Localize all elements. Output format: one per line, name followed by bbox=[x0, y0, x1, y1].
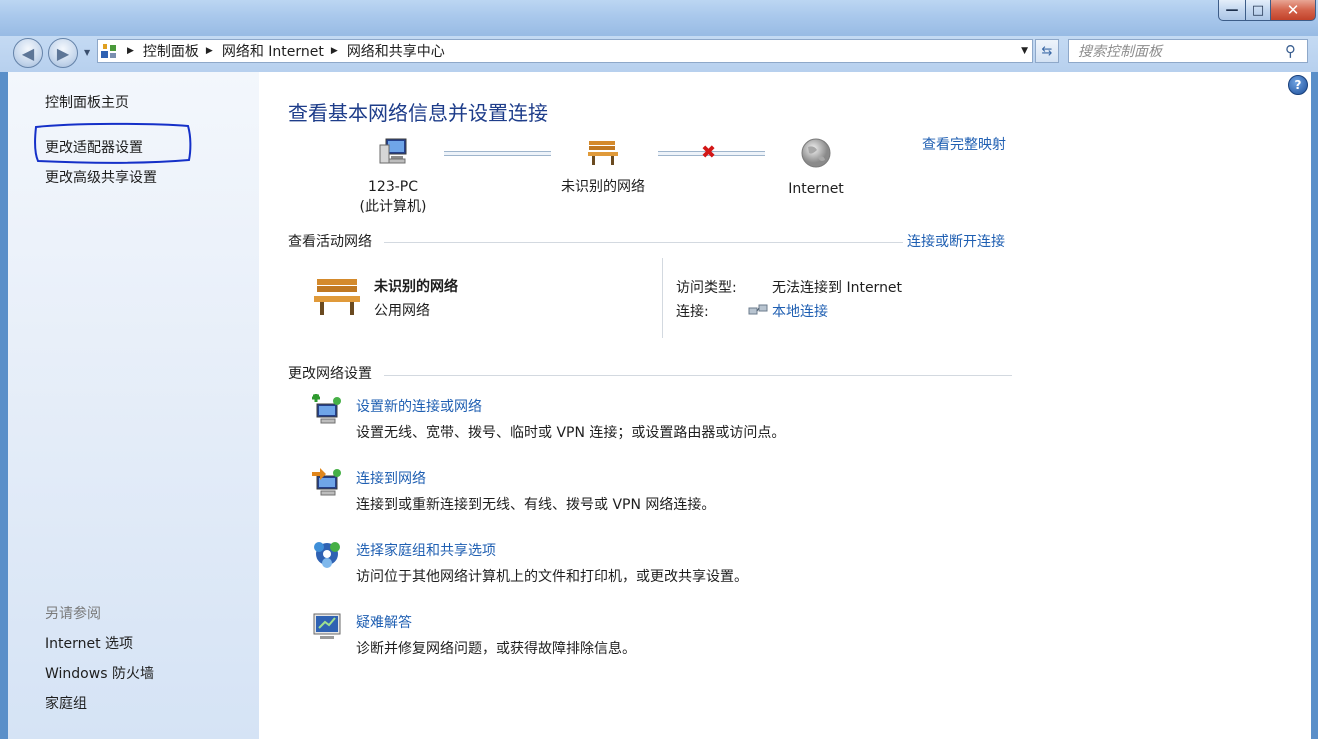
map-node-network[interactable]: 未识别的网络 bbox=[553, 137, 653, 197]
connect-network-icon bbox=[312, 468, 341, 496]
local-connection-link[interactable]: 本地连接 bbox=[772, 301, 828, 321]
disconnected-x-icon: ✖ bbox=[701, 142, 717, 163]
task-homegroup-link[interactable]: 选择家庭组和共享选项 bbox=[356, 540, 496, 560]
map-node-network-name: 未识别的网络 bbox=[561, 179, 645, 195]
see-also-windows-firewall[interactable]: Windows 防火墙 bbox=[45, 663, 154, 683]
caption-buttons: — □ ✕ bbox=[1218, 0, 1316, 22]
recent-pages-dropdown[interactable]: ▼ bbox=[84, 48, 90, 57]
globe-icon bbox=[801, 138, 831, 168]
section-divider bbox=[384, 242, 903, 243]
vertical-divider bbox=[662, 258, 663, 338]
forward-button[interactable]: ▶ bbox=[48, 38, 78, 68]
breadcrumb-separator-icon[interactable]: ▶ bbox=[331, 46, 338, 56]
access-type-value: 无法连接到 Internet bbox=[772, 280, 903, 296]
view-full-map-link[interactable]: 查看完整映射 bbox=[922, 134, 1006, 154]
refresh-icon: ⇆ bbox=[1041, 43, 1053, 59]
troubleshoot-icon bbox=[313, 613, 341, 639]
breadcrumb-network-internet[interactable]: 网络和 Internet bbox=[222, 41, 324, 61]
breadcrumb-separator-icon[interactable]: ▶ bbox=[127, 46, 134, 56]
task-troubleshoot-desc: 诊断并修复网络问题，或获得故障排除信息。 bbox=[356, 641, 636, 657]
see-also-internet-options[interactable]: Internet 选项 bbox=[45, 633, 133, 653]
section-divider bbox=[384, 375, 1012, 376]
active-network-name: 未识别的网络 bbox=[374, 279, 458, 295]
sidebar-link-control-panel-home[interactable]: 控制面板主页 bbox=[45, 92, 129, 112]
see-also-homegroup[interactable]: 家庭组 bbox=[45, 693, 87, 713]
see-also-heading: 另请参阅 bbox=[45, 606, 101, 622]
network-cable-icon bbox=[748, 304, 768, 315]
connect-disconnect-link[interactable]: 连接或断开连接 bbox=[907, 231, 1005, 251]
navigation-bar: ◀ ▶ ▼ ▶ 控制面板 ▶ 网络和 Internet ▶ 网络和共享中心 ▼ … bbox=[0, 36, 1318, 72]
homegroup-icon bbox=[314, 542, 340, 568]
maximize-button[interactable]: □ bbox=[1246, 0, 1271, 21]
task-connect-network-desc: 连接到或重新连接到无线、有线、拨号或 VPN 网络连接。 bbox=[356, 497, 716, 513]
task-troubleshoot-link[interactable]: 疑难解答 bbox=[356, 612, 412, 632]
bench-network-icon bbox=[588, 141, 618, 165]
access-type-label: 访问类型: bbox=[676, 280, 737, 296]
active-network-type[interactable]: 公用网络 bbox=[374, 300, 430, 320]
forward-arrow-icon: ▶ bbox=[56, 43, 70, 63]
map-node-internet[interactable]: Internet bbox=[776, 137, 856, 199]
search-box[interactable]: 搜索控制面板 ⚲ bbox=[1068, 39, 1308, 63]
search-icon[interactable]: ⚲ bbox=[1285, 42, 1307, 60]
task-homegroup-desc: 访问位于其他网络计算机上的文件和打印机，或更改共享设置。 bbox=[356, 569, 748, 585]
map-link-line bbox=[444, 151, 551, 156]
page-title: 查看基本网络信息并设置连接 bbox=[288, 101, 548, 125]
active-networks-heading: 查看活动网络 bbox=[288, 234, 372, 250]
task-new-connection-desc: 设置无线、宽带、拨号、临时或 VPN 连接；或设置路由器或访问点。 bbox=[356, 425, 786, 441]
computer-icon bbox=[379, 138, 407, 164]
map-node-internet-name: Internet bbox=[788, 181, 844, 197]
map-node-computer[interactable]: 123-PC (此计算机) bbox=[353, 137, 433, 217]
help-icon[interactable]: ? bbox=[1288, 75, 1308, 95]
change-settings-heading: 更改网络设置 bbox=[288, 366, 372, 382]
breadcrumb-separator-icon[interactable]: ▶ bbox=[206, 46, 213, 56]
minimize-button[interactable]: — bbox=[1218, 0, 1246, 21]
sidebar-link-advanced-sharing[interactable]: 更改高级共享设置 bbox=[45, 167, 157, 187]
breadcrumb-network-sharing-center[interactable]: 网络和共享中心 bbox=[347, 41, 445, 61]
window-right-edge bbox=[1311, 72, 1318, 739]
sidebar-link-change-adapter-settings[interactable]: 更改适配器设置 bbox=[45, 137, 143, 157]
control-panel-icon bbox=[98, 40, 120, 62]
address-bar[interactable]: ▶ 控制面板 ▶ 网络和 Internet ▶ 网络和共享中心 ▼ bbox=[97, 39, 1033, 63]
breadcrumb-control-panel[interactable]: 控制面板 bbox=[143, 41, 199, 61]
search-input[interactable]: 搜索控制面板 bbox=[1078, 41, 1285, 61]
map-node-computer-name: 123-PC bbox=[368, 179, 418, 195]
public-network-bench-icon bbox=[314, 279, 360, 315]
connection-label: 连接: bbox=[676, 304, 709, 320]
back-arrow-icon: ◀ bbox=[21, 43, 35, 63]
refresh-button[interactable]: ⇆ bbox=[1035, 39, 1059, 63]
task-connect-network-link[interactable]: 连接到网络 bbox=[356, 468, 426, 488]
map-node-computer-sub: (此计算机) bbox=[359, 199, 427, 215]
address-dropdown-icon[interactable]: ▼ bbox=[1021, 46, 1028, 56]
new-connection-icon bbox=[312, 394, 341, 424]
close-button[interactable]: ✕ bbox=[1271, 0, 1316, 21]
title-bar: — □ ✕ bbox=[0, 0, 1318, 36]
task-new-connection-link[interactable]: 设置新的连接或网络 bbox=[356, 396, 482, 416]
back-button[interactable]: ◀ bbox=[13, 38, 43, 68]
